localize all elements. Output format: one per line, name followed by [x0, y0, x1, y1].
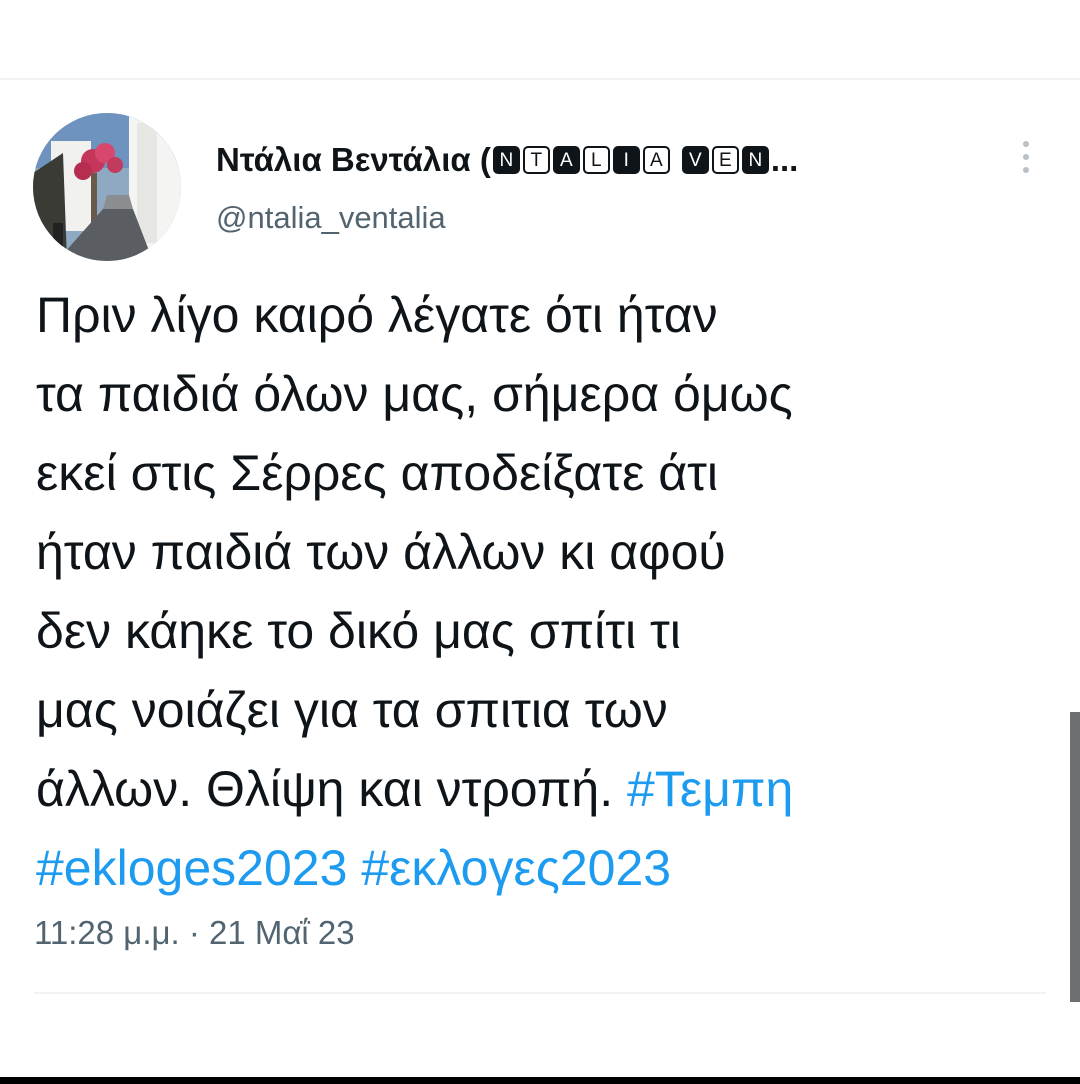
tweet-timestamp[interactable]: 11:28 μ.μ. · 21 Μαΐ 23 [34, 914, 355, 952]
tweet-text-line: ήταν παιδιά των άλλων κι αφού [36, 513, 1036, 592]
tweet-text-segment: εκεί στις Σέρρες αποδείξατε άτι [36, 445, 719, 501]
tweet-text-line: #ekloges2023 #εκλογες2023 [36, 829, 1036, 908]
tweet-text-segment: άλλων. Θλίψη και ντροπή. [36, 761, 627, 817]
bottom-divider [34, 992, 1046, 994]
name-letter-badge: T [522, 146, 550, 174]
tweet-text-segment: ήταν παιδιά των άλλων κι αφού [36, 524, 726, 580]
tweet-text-line: εκεί στις Σέρρες αποδείξατε άτι [36, 434, 1036, 513]
author-name[interactable]: Ντάλια Βεντάλια ( NTALIAVEN ... [216, 138, 798, 182]
top-divider [0, 78, 1080, 80]
name-letter-badge: L [582, 146, 610, 174]
name-letter-badge: A [642, 146, 670, 174]
author-handle[interactable]: @ntalia_ventalia [216, 200, 446, 236]
name-letter-badge: N [741, 146, 769, 174]
badge-group: NTALIA [492, 146, 670, 174]
author-name-badges: NTALIAVEN [492, 146, 769, 174]
tweet-text: Πριν λίγο καιρό λέγατε ότι ήταν τα παιδιά… [36, 276, 1036, 908]
more-vertical-icon-dot [1023, 154, 1029, 160]
tweet-text-line: μας νοιάζει για τα σπιτια των [36, 671, 1036, 750]
tweet-screen: Ντάλια Βεντάλια ( NTALIAVEN ... @ntalia_… [0, 0, 1080, 1084]
name-letter-badge: I [612, 146, 640, 174]
tweet-text-segment: μας νοιάζει για τα σπιτια των [36, 682, 668, 738]
tweet-text-line: άλλων. Θλίψη και ντροπή. #Τεμπη [36, 750, 1036, 829]
tweet-text-line: Πριν λίγο καιρό λέγατε ότι ήταν [36, 276, 1036, 355]
hashtag-link[interactable]: #Τεμπη [627, 761, 793, 817]
name-letter-badge: V [681, 146, 709, 174]
hashtag-link[interactable]: #εκλογες2023 [361, 840, 671, 896]
name-letter-badge: A [552, 146, 580, 174]
hashtag-link[interactable]: #ekloges2023 [36, 840, 347, 896]
tweet-text-segment: τα παιδιά όλων μας, σήμερα όμως [36, 366, 793, 422]
name-letter-badge: E [711, 146, 739, 174]
more-vertical-icon-dot [1023, 167, 1029, 173]
scrollbar[interactable] [1070, 712, 1080, 1002]
badge-group: VEN [681, 146, 769, 174]
avatar-photo-icon [33, 113, 181, 261]
author-name-ellipsis: ... [770, 141, 799, 178]
bottom-edge-bar [0, 1077, 1080, 1084]
more-vertical-icon-dot [1023, 141, 1029, 147]
name-letter-badge: N [492, 146, 520, 174]
more-options-button[interactable] [1010, 138, 1040, 178]
author-name-text: Ντάλια Βεντάλια ( [216, 141, 491, 178]
tweet-text-segment: δεν κάηκε το δικό μας σπίτι τι [36, 603, 681, 659]
tweet-text-segment: Πριν λίγο καιρό λέγατε ότι ήταν [36, 287, 718, 343]
tweet-text-segment [347, 840, 361, 896]
tweet-text-line: δεν κάηκε το δικό μας σπίτι τι [36, 592, 1036, 671]
author-avatar[interactable] [33, 113, 181, 261]
tweet-text-line: τα παιδιά όλων μας, σήμερα όμως [36, 355, 1036, 434]
